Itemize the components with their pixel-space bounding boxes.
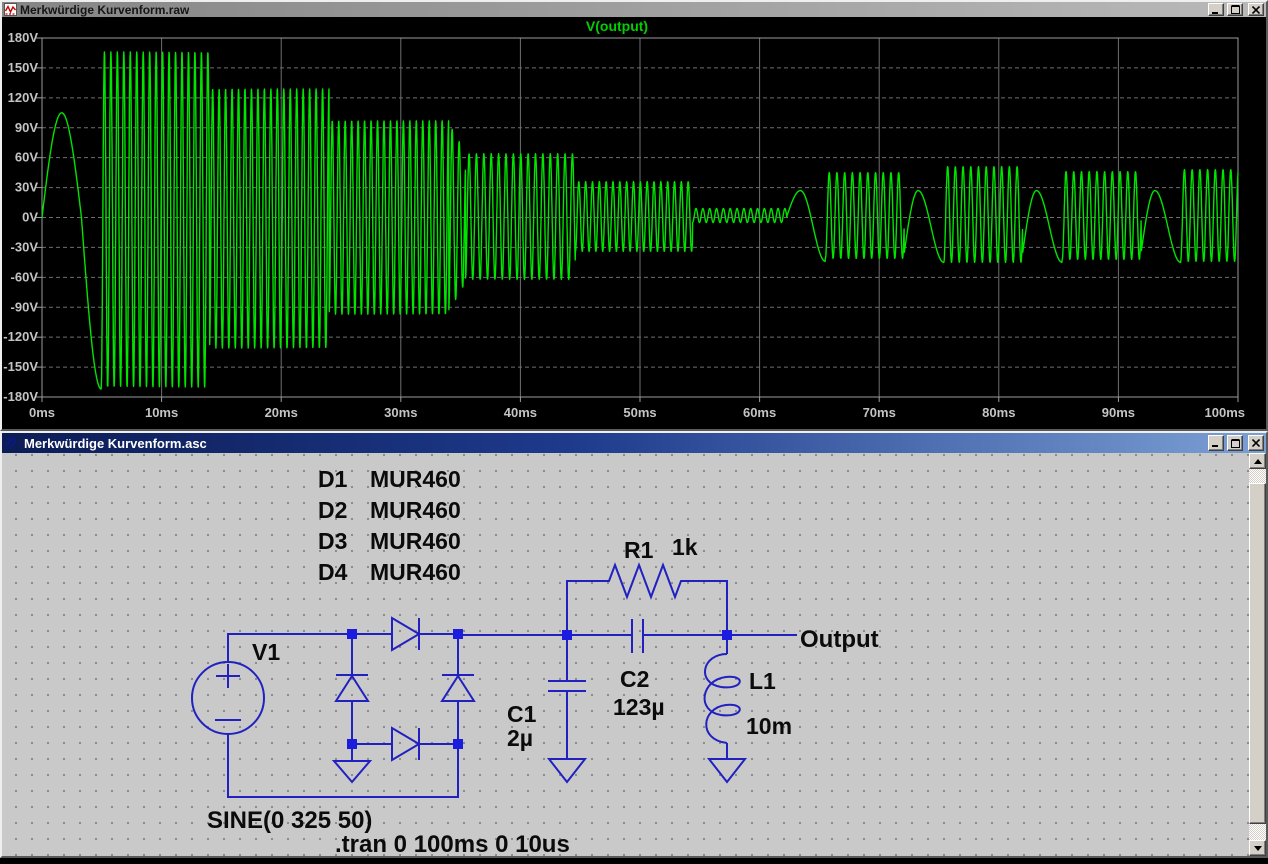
ground-symbol-c1[interactable]: [546, 758, 588, 784]
x-tick-label: 20ms: [265, 405, 298, 420]
y-tick-label: 180V: [8, 30, 39, 45]
vertical-scrollbar[interactable]: [1249, 453, 1266, 856]
schematic-canvas[interactable]: D1 MUR460 D2 MUR460 D3 MUR460 D4 MUR460 …: [2, 453, 1266, 856]
voltage-source-v1[interactable]: [191, 661, 265, 735]
d4-ref-label[interactable]: D4: [318, 559, 348, 585]
up-arrow-icon: [1253, 458, 1262, 464]
scrollbar-track[interactable]: [1249, 469, 1266, 483]
minimize-button[interactable]: [1208, 435, 1224, 451]
inductor-l1[interactable]: [703, 653, 741, 744]
schematic-window-title: Merkwürdige Kurvenform.asc: [24, 435, 207, 451]
r1-value-label[interactable]: 1k: [672, 534, 698, 560]
v1-ref-label[interactable]: V1: [252, 639, 280, 665]
x-tick-label: 30ms: [384, 405, 417, 420]
waveform-window-title: Merkwürdige Kurvenform.raw: [20, 2, 190, 17]
y-tick-label: -180V: [3, 389, 38, 404]
desktop: Merkwürdige Kurvenform.raw 0ms 10ms 20ms 30…: [0, 0, 1268, 864]
x-tick-label: 80ms: [982, 405, 1015, 420]
x-tick-label: 90ms: [1102, 405, 1135, 420]
x-tick-label: 0ms: [29, 405, 55, 420]
y-tick-label: 30V: [15, 180, 38, 195]
bottom-edge: [0, 858, 1268, 864]
d3-value-label[interactable]: MUR460: [370, 528, 461, 554]
c1-ref-label[interactable]: C1: [507, 701, 537, 727]
y-tick-label: -30V: [11, 239, 39, 254]
diode-attribute-table[interactable]: D1 MUR460 D2 MUR460 D3 MUR460 D4 MUR460: [318, 466, 461, 585]
y-tick-label: 150V: [8, 60, 39, 75]
x-tick-label: 50ms: [623, 405, 656, 420]
y-tick-label: -90V: [11, 299, 39, 314]
waveform-app-icon: [4, 3, 17, 16]
wire-v1-top: [227, 633, 352, 662]
y-tick-label: 120V: [8, 90, 39, 105]
d1-value-label[interactable]: MUR460: [370, 466, 461, 492]
x-tick-label: 60ms: [743, 405, 776, 420]
v1-plus-sign: [216, 664, 240, 688]
sine-directive-text[interactable]: SINE(0 325 50): [207, 807, 372, 834]
waveform-titlebar[interactable]: Merkwürdige Kurvenform.raw: [2, 2, 1266, 17]
scroll-up-button[interactable]: [1249, 453, 1266, 469]
d4-value-label[interactable]: MUR460: [370, 559, 461, 585]
y-tick-label: -60V: [11, 269, 39, 284]
scrollbar-thumb[interactable]: [1249, 483, 1266, 824]
scroll-down-button[interactable]: [1249, 840, 1266, 856]
close-button[interactable]: [1248, 435, 1264, 451]
ground-symbol-l1[interactable]: [706, 758, 748, 784]
schematic-titlebar[interactable]: Merkwürdige Kurvenform.asc: [2, 433, 1266, 453]
c2-value-label[interactable]: 123µ: [613, 694, 665, 720]
d2-value-label[interactable]: MUR460: [370, 497, 461, 523]
scrollbar-track[interactable]: [1249, 824, 1266, 840]
waveform-window: Merkwürdige Kurvenform.raw 0ms 10ms 20ms 30…: [0, 0, 1268, 431]
ground-symbol-bridge[interactable]: [331, 760, 373, 784]
x-tick-label: 100ms: [1205, 405, 1245, 420]
waveform-plot-area[interactable]: 0ms 10ms 20ms 30ms 40ms 50ms 60ms 70ms 80ms 90ms 1…: [2, 17, 1266, 429]
close-button[interactable]: [1248, 3, 1264, 16]
x-tick-label: 10ms: [145, 405, 178, 420]
l1-ref-label[interactable]: L1: [749, 668, 776, 694]
x-tick-label: 40ms: [504, 405, 537, 420]
maximize-button[interactable]: [1227, 3, 1243, 16]
r1-ref-label[interactable]: R1: [624, 537, 654, 563]
y-tick-label: -120V: [3, 329, 38, 344]
l1-value-label[interactable]: 10m: [746, 713, 792, 739]
trace-legend-voutput[interactable]: V(output): [586, 18, 648, 34]
capacitor-c2[interactable]: [631, 619, 644, 653]
c1-value-label[interactable]: 2µ: [507, 725, 533, 751]
d1-ref-label[interactable]: D1: [318, 466, 348, 492]
diode-left[interactable]: [334, 674, 370, 702]
y-tick-label: -150V: [3, 359, 38, 374]
schematic-window: Merkwürdige Kurvenform.asc D1 MUR460 D2 …: [0, 431, 1268, 858]
output-net-label[interactable]: Output: [800, 626, 879, 653]
y-tick-label: 60V: [15, 150, 38, 165]
tran-directive-text[interactable]: .tran 0 100ms 0 10us: [335, 831, 570, 856]
schematic-app-icon: [4, 436, 18, 450]
c2-ref-label[interactable]: C2: [620, 666, 649, 692]
d3-ref-label[interactable]: D3: [318, 528, 347, 554]
d2-ref-label[interactable]: D2: [318, 497, 347, 523]
maximize-button[interactable]: [1227, 435, 1243, 451]
y-tick-label: 0V: [22, 210, 38, 225]
minimize-button[interactable]: [1208, 3, 1224, 16]
resistor-r1[interactable]: [566, 562, 728, 635]
diode-bottom[interactable]: [391, 726, 421, 762]
down-arrow-icon: [1253, 845, 1262, 851]
y-tick-label: 90V: [15, 120, 38, 135]
x-tick-label: 70ms: [863, 405, 896, 420]
diode-top[interactable]: [391, 616, 421, 652]
wire-junctions: [347, 629, 732, 749]
diode-right[interactable]: [440, 674, 476, 702]
capacitor-c1[interactable]: [548, 680, 586, 692]
